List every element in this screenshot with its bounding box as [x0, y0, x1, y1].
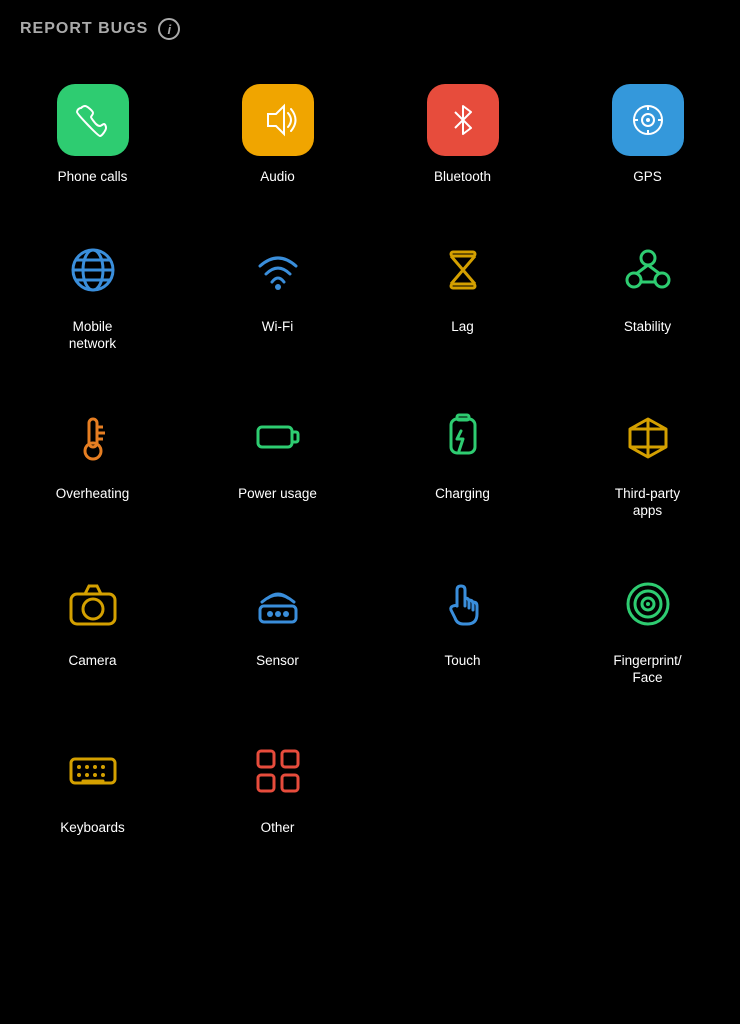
overheating-label: Overheating: [56, 485, 130, 503]
fingerprint-face-label: Fingerprint/ Face: [613, 652, 681, 687]
grid-item-other[interactable]: Other: [185, 711, 370, 861]
grid-item-lag[interactable]: Lag: [370, 210, 555, 377]
charging-icon: [427, 401, 499, 473]
grid-item-keyboards[interactable]: Keyboards: [0, 711, 185, 861]
third-party-apps-icon: [612, 401, 684, 473]
grid-item-charging[interactable]: Charging: [370, 377, 555, 544]
page-title: REPORT BUGS: [20, 20, 148, 38]
touch-label: Touch: [444, 652, 480, 670]
gps-label: GPS: [633, 168, 662, 186]
grid-item-bluetooth[interactable]: Bluetooth: [370, 60, 555, 210]
grid-item-fingerprint-face[interactable]: Fingerprint/ Face: [555, 544, 740, 711]
camera-label: Camera: [68, 652, 116, 670]
bluetooth-icon: [427, 84, 499, 156]
phone-calls-icon: [57, 84, 129, 156]
header: REPORT BUGS i: [0, 0, 740, 50]
bug-category-grid: Phone calls Audio Bluetooth GPS: [0, 50, 740, 870]
grid-item-mobile-network[interactable]: Mobile network: [0, 210, 185, 377]
other-icon: [242, 735, 314, 807]
wifi-label: Wi-Fi: [262, 318, 293, 336]
phone-calls-label: Phone calls: [58, 168, 128, 186]
bluetooth-label: Bluetooth: [434, 168, 491, 186]
fingerprint-face-icon: [612, 568, 684, 640]
grid-item-gps[interactable]: GPS: [555, 60, 740, 210]
sensor-label: Sensor: [256, 652, 299, 670]
info-button[interactable]: i: [158, 18, 180, 40]
mobile-network-icon: [57, 234, 129, 306]
grid-item-audio[interactable]: Audio: [185, 60, 370, 210]
grid-item-third-party-apps[interactable]: Third-party apps: [555, 377, 740, 544]
sensor-icon: [242, 568, 314, 640]
power-usage-label: Power usage: [238, 485, 317, 503]
grid-item-touch[interactable]: Touch: [370, 544, 555, 711]
power-usage-icon: [242, 401, 314, 473]
keyboards-icon: [57, 735, 129, 807]
touch-icon: [427, 568, 499, 640]
stability-icon: [612, 234, 684, 306]
grid-item-sensor[interactable]: Sensor: [185, 544, 370, 711]
overheating-icon: [57, 401, 129, 473]
other-label: Other: [261, 819, 295, 837]
audio-label: Audio: [260, 168, 295, 186]
lag-icon: [427, 234, 499, 306]
charging-label: Charging: [435, 485, 490, 503]
grid-item-camera[interactable]: Camera: [0, 544, 185, 711]
grid-item-wifi[interactable]: Wi-Fi: [185, 210, 370, 377]
stability-label: Stability: [624, 318, 671, 336]
grid-item-overheating[interactable]: Overheating: [0, 377, 185, 544]
lag-label: Lag: [451, 318, 474, 336]
grid-item-power-usage[interactable]: Power usage: [185, 377, 370, 544]
wifi-icon: [242, 234, 314, 306]
keyboards-label: Keyboards: [60, 819, 125, 837]
third-party-apps-label: Third-party apps: [615, 485, 680, 520]
gps-icon: [612, 84, 684, 156]
grid-item-phone-calls[interactable]: Phone calls: [0, 60, 185, 210]
audio-icon: [242, 84, 314, 156]
camera-icon: [57, 568, 129, 640]
mobile-network-label: Mobile network: [69, 318, 116, 353]
grid-item-stability[interactable]: Stability: [555, 210, 740, 377]
